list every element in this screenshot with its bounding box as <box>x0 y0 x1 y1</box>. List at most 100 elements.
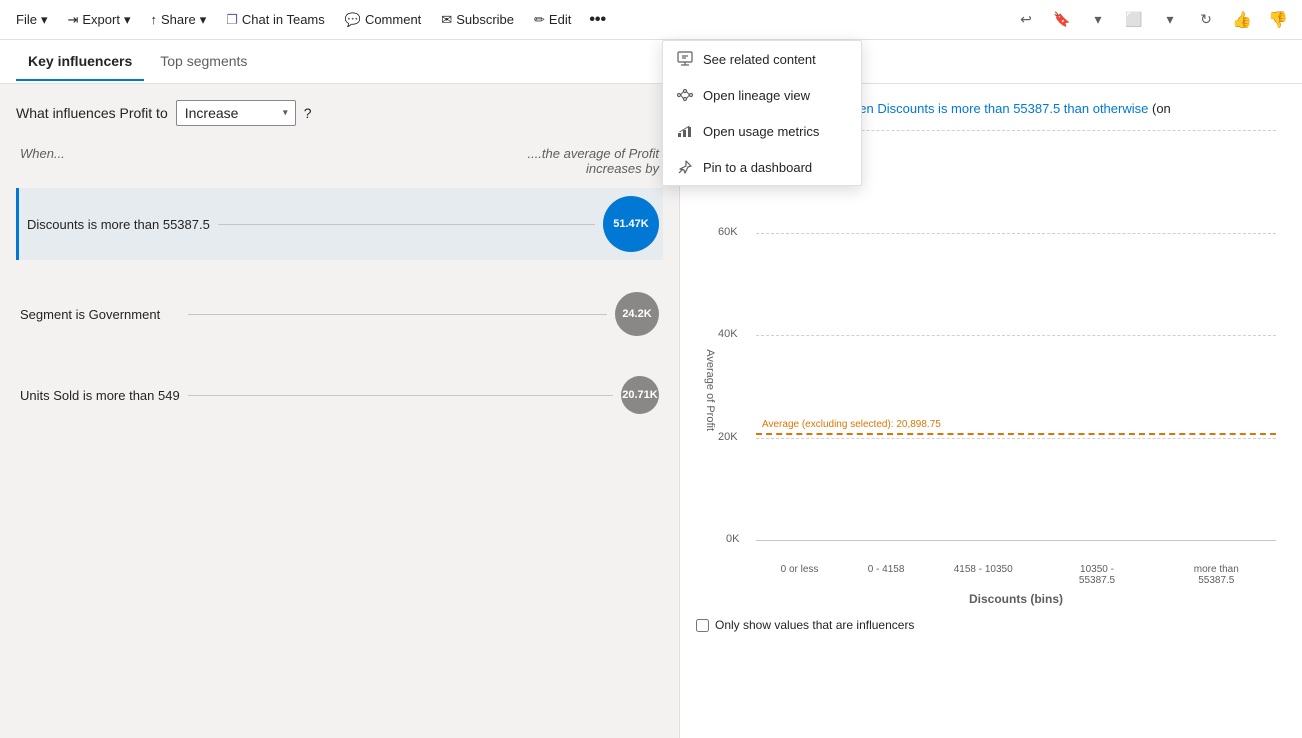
lineage-icon <box>677 87 693 103</box>
usage-metrics-icon <box>677 123 693 139</box>
question-mark: ? <box>304 105 312 121</box>
share-button[interactable]: ↑ Share ▾ <box>143 8 215 32</box>
influencer-line-0 <box>218 224 595 225</box>
comment-button[interactable]: 💬 Comment <box>337 8 430 32</box>
menu-item-related-content[interactable]: See related content <box>663 41 861 77</box>
x-label-1: 0 - 4158 <box>868 564 905 586</box>
menu-item-lineage[interactable]: Open lineage view <box>663 77 861 113</box>
bubble-value-2: 20.71K <box>622 389 657 401</box>
main-content: What influences Profit to Increase Decre… <box>0 84 1302 738</box>
y-label-20k: 20K <box>718 431 738 443</box>
comment-label: Comment <box>365 12 421 27</box>
file-chevron-icon: ▾ <box>41 12 48 28</box>
y-label-0k: 0K <box>726 533 739 545</box>
edit-icon: ✏ <box>534 12 545 28</box>
y-label-60k: 60K <box>718 226 738 238</box>
influencer-row-1[interactable]: Segment is Government 24.2K <box>16 284 663 344</box>
question-prefix: What influences Profit to <box>16 105 168 121</box>
x-labels: 0 or less 0 - 4158 4158 - 10350 10350 - … <box>756 564 1276 586</box>
related-content-icon <box>677 51 693 67</box>
influencer-select[interactable]: Increase Decrease <box>176 100 296 126</box>
comment-icon: 💬 <box>345 12 361 28</box>
chart-area: Average of Profit 80K 60K 40K <box>696 130 1286 610</box>
y-label-40k: 40K <box>718 328 738 340</box>
edit-label: Edit <box>549 12 571 27</box>
thumbsup-button[interactable]: 👍 <box>1226 4 1258 36</box>
x-label-0: 0 or less <box>781 564 819 586</box>
gridline-0k: 0K <box>756 540 1276 541</box>
pin-icon <box>677 159 693 175</box>
thumbsdown-button[interactable]: 👎 <box>1262 4 1294 36</box>
x-label-4: more than 55387.5 <box>1181 564 1251 586</box>
toolbar: File ▾ ⇥ Export ▾ ↑ Share ▾ ❐ Chat in Te… <box>0 0 1302 40</box>
menu-item-pin-dashboard[interactable]: Pin to a dashboard <box>663 149 861 185</box>
subscribe-icon: ✉ <box>441 12 452 28</box>
export-icon: ⇥ <box>67 12 78 28</box>
share-icon: ↑ <box>151 12 158 27</box>
influencer-line-2 <box>188 395 613 396</box>
title-on: (on <box>1152 101 1171 116</box>
column-headers: When... ....the average of Profit increa… <box>16 146 663 176</box>
bookmark-chevron[interactable]: ▾ <box>1082 4 1114 36</box>
fullscreen-chevron[interactable]: ▾ <box>1154 4 1186 36</box>
bubble-value-0: 51.47K <box>613 218 648 230</box>
influencer-label-1: Segment is Government <box>20 307 180 322</box>
menu-item-related-content-label: See related content <box>703 52 816 67</box>
undo-button[interactable]: ↩ <box>1010 4 1042 36</box>
export-chevron-icon: ▾ <box>124 12 131 28</box>
influencer-bubble-0[interactable]: 51.47K <box>603 196 659 252</box>
y-axis-label: Average of Profit <box>704 349 716 431</box>
menu-item-pin-dashboard-label: Pin to a dashboard <box>703 160 812 175</box>
toolbar-right: ↩ 🔖 ▾ ⬜ ▾ ↻ 👍 👎 <box>1010 4 1294 36</box>
influencer-select-wrapper: Increase Decrease ▾ <box>176 100 296 126</box>
tab-top-segments[interactable]: Top segments <box>148 43 259 81</box>
undo-redo-group: ↩ <box>1010 4 1042 36</box>
chat-in-teams-button[interactable]: ❐ Chat in Teams <box>218 8 333 32</box>
fullscreen-button[interactable]: ⬜ <box>1118 4 1150 36</box>
refresh-button[interactable]: ↻ <box>1190 4 1222 36</box>
dropdown-menu: See related content Open lineage view <box>662 40 862 186</box>
edit-button[interactable]: ✏ Edit <box>526 8 579 32</box>
influencer-row-0[interactable]: Discounts is more than 55387.5 51.47K <box>16 188 663 260</box>
teams-icon: ❐ <box>226 12 238 28</box>
influencer-bubble-2[interactable]: 20.71K <box>621 376 659 414</box>
share-chevron-icon: ▾ <box>200 12 207 28</box>
tab-top-segments-label: Top segments <box>160 53 247 69</box>
more-button[interactable]: ••• <box>583 7 612 33</box>
subscribe-label: Subscribe <box>456 12 514 27</box>
share-label: Share <box>161 12 196 27</box>
bookmark-button[interactable]: 🔖 <box>1046 4 1078 36</box>
more-icon: ••• <box>589 11 606 29</box>
influencer-line-1 <box>188 314 607 315</box>
chart-container: 80K 60K 40K 20K 0K <box>756 130 1276 540</box>
menu-item-usage-metrics-label: Open usage metrics <box>703 124 819 139</box>
file-button[interactable]: File ▾ <box>8 8 55 32</box>
x-axis-label: Discounts (bins) <box>756 592 1276 606</box>
influencer-bubble-1[interactable]: 24.2K <box>615 292 659 336</box>
show-influencers-checkbox[interactable] <box>696 619 709 632</box>
tabs-bar: Key influencers Top segments <box>0 40 1302 84</box>
menu-item-usage-metrics[interactable]: Open usage metrics <box>663 113 861 149</box>
bars-container <box>756 130 1276 540</box>
subscribe-button[interactable]: ✉ Subscribe <box>433 8 522 32</box>
influencer-label-0: Discounts is more than 55387.5 <box>27 217 210 232</box>
left-panel: What influences Profit to Increase Decre… <box>0 84 680 738</box>
influencer-bar-0 <box>210 224 603 225</box>
chat-in-teams-label: Chat in Teams <box>242 12 325 27</box>
influencer-row-2[interactable]: Units Sold is more than 549 20.71K <box>16 368 663 422</box>
bubble-value-1: 24.2K <box>622 308 651 320</box>
export-button[interactable]: ⇥ Export ▾ <box>59 8 138 32</box>
export-label: Export <box>82 12 120 27</box>
tab-key-influencers[interactable]: Key influencers <box>16 43 144 81</box>
influencer-bar-1 <box>180 314 615 315</box>
checkbox-row: Only show values that are influencers <box>696 618 1286 632</box>
influencer-question: What influences Profit to Increase Decre… <box>16 100 663 126</box>
show-influencers-label[interactable]: Only show values that are influencers <box>715 618 914 632</box>
col-header-when: When... <box>20 146 65 176</box>
menu-item-lineage-label: Open lineage view <box>703 88 810 103</box>
tab-key-influencers-label: Key influencers <box>28 53 132 69</box>
col-header-profit: ....the average of Profit increases by <box>479 146 659 176</box>
influencer-bar-2 <box>180 395 621 396</box>
x-label-2: 4158 - 10350 <box>954 564 1013 586</box>
influencer-label-2: Units Sold is more than 549 <box>20 388 180 403</box>
